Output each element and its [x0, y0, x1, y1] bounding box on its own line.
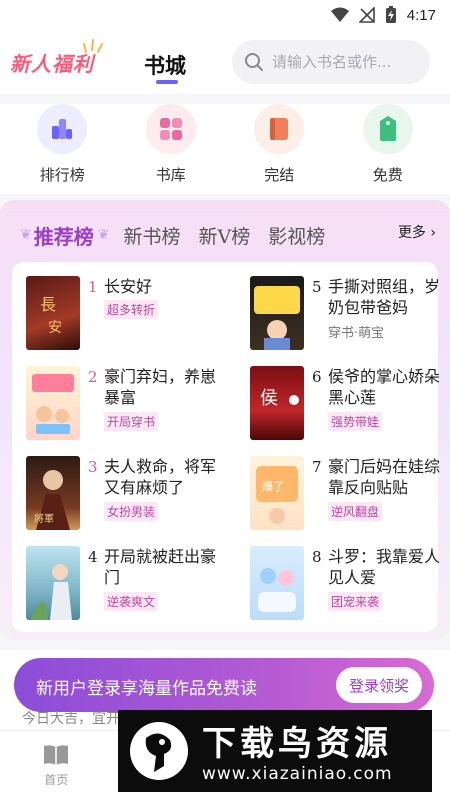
- library-icon: [145, 104, 196, 154]
- more-link[interactable]: 更多 ›: [398, 222, 436, 242]
- laurel-left-icon: ❦: [20, 227, 32, 243]
- quick-link-label: 书库: [155, 166, 186, 184]
- book-item[interactable]: 長安 1 长安好 超多转折: [26, 276, 231, 356]
- tab-bookstore[interactable]: 书城: [144, 50, 186, 80]
- top-header: 新人福利 书城: [0, 32, 450, 94]
- rank-number: 3: [88, 458, 98, 476]
- book-title: 豪门弃妇，养崽暴富: [104, 367, 217, 407]
- ranking-list: 長安 1 长安好 超多转折 2 豪门弃妇，养崽暴富 开局穿书 將軍 3 夫人救命…: [12, 262, 440, 632]
- ranking-tabs: ❦ 推荐榜 ❦ 新书榜 新V榜 影视榜: [18, 218, 436, 252]
- book-item[interactable]: 4 开局就被赶出豪门 逆袭爽文: [26, 546, 231, 626]
- wifi-icon: [330, 7, 349, 22]
- book-cover: 爆了: [250, 456, 304, 530]
- tab-new-v[interactable]: 新V榜: [198, 222, 250, 249]
- watermark-title: 下载鸟资源: [202, 724, 392, 764]
- quick-link-free[interactable]: 免费: [343, 104, 433, 194]
- book-cover: 將軍: [26, 456, 80, 530]
- svg-text:侯: 侯: [260, 388, 278, 409]
- bird-logo-icon: [130, 722, 188, 780]
- quick-link-finished[interactable]: 完结: [234, 104, 324, 194]
- search-icon: [245, 53, 263, 71]
- watermark-overlay: 下载鸟资源 www.xiazainiao.com: [118, 710, 432, 792]
- book-tag: 超多转折: [104, 300, 159, 319]
- book-cover: [250, 546, 304, 620]
- tab-recommended[interactable]: 推荐榜: [34, 221, 94, 250]
- login-banner-text: 新用户登录享海量作品免费读: [36, 679, 257, 699]
- finished-book-icon: [254, 104, 305, 154]
- book-cover: [250, 276, 304, 350]
- book-item[interactable]: 2 豪门弃妇，养崽暴富 开局穿书: [26, 366, 231, 446]
- quick-link-label: 排行榜: [39, 166, 85, 184]
- rank-number: 2: [88, 368, 98, 386]
- rank-number: 8: [312, 548, 322, 566]
- ranking-card: ❦ 推荐榜 ❦ 新书榜 新V榜 影视榜 更多 › 長安 1 长安好 超多转折 2…: [0, 200, 450, 640]
- book-title: 手撕对照组，岁奶包带爸妈: [328, 277, 441, 317]
- tabbar-label: 首页: [44, 773, 69, 787]
- book-cover: [26, 366, 80, 440]
- login-reward-button[interactable]: 登录领奖: [336, 667, 422, 703]
- book-title: 豪门后妈在娃综靠反向贴贴: [328, 457, 441, 497]
- book-item[interactable]: 爆了 7 豪门后妈在娃综靠反向贴贴 逆风翻盘: [250, 456, 450, 536]
- laurel-right-icon: ❦: [97, 227, 110, 243]
- rank-number: 5: [312, 278, 322, 296]
- svg-text:將軍: 將軍: [34, 512, 54, 525]
- status-bar: 4:17: [0, 0, 450, 32]
- no-signal-icon: [358, 7, 375, 23]
- more-label: 更多: [397, 225, 426, 241]
- tab-film-tv[interactable]: 影视榜: [268, 222, 325, 249]
- book-title: 侯爷的掌心娇朵黑心莲: [328, 367, 441, 407]
- rank-number: 4: [88, 548, 98, 566]
- free-tag-icon: [362, 104, 413, 154]
- quick-link-label: 完结: [264, 166, 295, 184]
- daily-fortune-text: 今日大吉，宜开: [22, 711, 120, 727]
- rank-number: 6: [312, 368, 322, 386]
- book-title: 斗罗：我靠爱人见人爱: [328, 547, 441, 587]
- book-tag: 团宠来袭: [328, 592, 383, 611]
- book-item[interactable]: 將軍 3 夫人救命，将军又有麻烦了 女扮男装: [26, 456, 231, 536]
- book-cover: 侯: [250, 366, 304, 440]
- svg-text:長: 長: [40, 295, 56, 314]
- book-item[interactable]: 8 斗罗：我靠爱人见人爱 团宠来袭: [250, 546, 450, 626]
- book-title: 开局就被赶出豪门: [104, 547, 217, 587]
- book-item[interactable]: 侯 6 侯爷的掌心娇朵黑心莲 强势带娃: [250, 366, 450, 446]
- book-item[interactable]: 5 手撕对照组，岁奶包带爸妈 穿书·萌宝: [250, 276, 450, 356]
- new-user-promo-logo[interactable]: 新人福利: [10, 39, 103, 77]
- book-tag: 穿书·萌宝: [328, 326, 385, 341]
- home-book-icon: [44, 745, 69, 765]
- book-tag: 逆袭爽文: [104, 592, 159, 611]
- chevron-right-icon: ›: [430, 225, 436, 241]
- book-tag: 开局穿书: [104, 412, 159, 431]
- quick-link-label: 免费: [372, 166, 403, 184]
- rank-number: 7: [312, 458, 322, 476]
- clock: 4:17: [406, 6, 436, 24]
- book-tag: 逆风翻盘: [328, 502, 383, 521]
- tabbar-home[interactable]: 首页: [11, 731, 101, 800]
- sparkle-icon: [83, 39, 103, 53]
- ranking-icon: [37, 104, 88, 154]
- search-input[interactable]: [272, 53, 422, 71]
- quick-link-ranking[interactable]: 排行榜: [17, 104, 107, 194]
- rank-number: 1: [88, 278, 98, 296]
- book-cover: 長安: [26, 276, 80, 350]
- svg-text:安: 安: [48, 320, 62, 336]
- active-tab-indicator: [156, 80, 178, 84]
- battery-charging-icon: [385, 6, 396, 23]
- search-box[interactable]: [232, 40, 430, 84]
- book-title: 夫人救命，将军又有麻烦了: [104, 457, 217, 497]
- quick-links-row: 排行榜 书库 完结 免费: [0, 104, 450, 194]
- book-title: 长安好: [104, 277, 153, 296]
- book-cover: [26, 546, 80, 620]
- svg-text:爆了: 爆了: [262, 479, 284, 493]
- book-tag: 强势带娃: [328, 412, 383, 431]
- tab-new-books[interactable]: 新书榜: [123, 222, 180, 249]
- watermark-url: www.xiazainiao.com: [202, 764, 393, 784]
- quick-link-library[interactable]: 书库: [126, 104, 216, 194]
- book-tag: 女扮男装: [104, 502, 159, 521]
- login-banner[interactable]: 新用户登录享海量作品免费读 登录领奖: [14, 658, 434, 712]
